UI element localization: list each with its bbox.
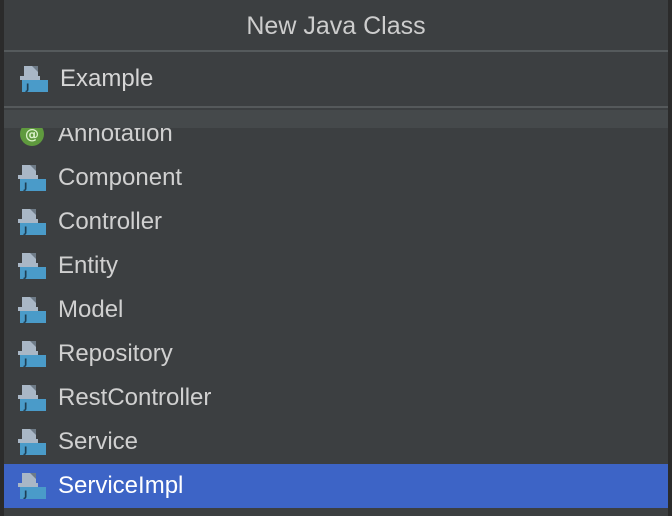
java-class-icon: J (16, 383, 48, 413)
svg-text:@: @ (25, 127, 39, 143)
svg-text:J: J (23, 314, 27, 324)
svg-text:J: J (23, 270, 27, 280)
template-item-label: Controller (58, 208, 163, 235)
template-item-component[interactable]: J Component (4, 156, 668, 200)
svg-text:J: J (23, 358, 27, 368)
class-name-row: J (4, 52, 668, 108)
template-item-entity[interactable]: J Entity (4, 244, 668, 288)
template-item-controller[interactable]: J Controller (4, 200, 668, 244)
template-list: @ Annotation J Component J Controller J … (4, 110, 668, 516)
template-item-label: ServiceImpl (58, 472, 184, 499)
template-item-label: Component (58, 164, 183, 191)
java-class-icon: J (16, 163, 48, 193)
new-java-class-dialog: New Java Class J @ Annotation J Componen… (0, 0, 672, 516)
java-class-icon: J (16, 207, 48, 237)
dialog-title: New Java Class (4, 0, 668, 52)
template-item-service[interactable]: J Service (4, 420, 668, 464)
template-item-label: Service (58, 428, 139, 455)
svg-text:J: J (23, 402, 27, 412)
java-class-icon: J (16, 295, 48, 325)
java-class-icon: J (16, 251, 48, 281)
template-item-label: Entity (58, 252, 119, 279)
template-item-restcontroller[interactable]: J RestController (4, 376, 668, 420)
template-item-label: RestController (58, 384, 212, 411)
template-item-model[interactable]: J Model (4, 288, 668, 332)
java-class-icon: J (18, 64, 50, 94)
java-class-icon: J (16, 339, 48, 369)
template-item-label: Repository (58, 340, 173, 367)
class-name-input[interactable] (60, 65, 620, 93)
svg-text:J: J (23, 446, 27, 456)
java-class-icon: J (16, 427, 48, 457)
template-item-repository[interactable]: J Repository (4, 332, 668, 376)
svg-text:J: J (23, 182, 27, 192)
template-item-label: Model (58, 296, 124, 323)
template-item-serviceimpl[interactable]: J ServiceImpl (4, 464, 668, 508)
svg-text:J: J (23, 226, 27, 236)
list-divider-strip (4, 110, 668, 128)
svg-text:J: J (25, 83, 29, 93)
svg-text:J: J (23, 490, 27, 500)
java-class-icon: J (16, 471, 48, 501)
